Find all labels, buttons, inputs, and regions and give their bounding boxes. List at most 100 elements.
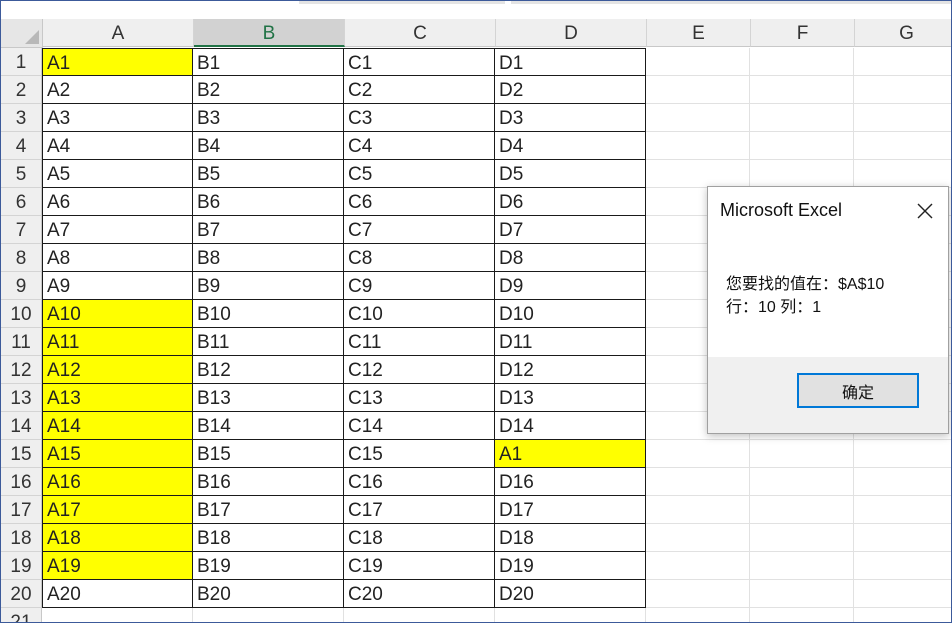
cell[interactable] [750, 552, 854, 580]
cell[interactable]: C4 [344, 132, 495, 160]
row-header[interactable]: 17 [1, 496, 42, 524]
cell[interactable]: B2 [193, 76, 344, 104]
row-header[interactable]: 9 [1, 272, 42, 300]
cell[interactable]: D6 [495, 188, 646, 216]
cell[interactable]: D20 [495, 580, 646, 608]
cell[interactable]: B10 [193, 300, 344, 328]
cell[interactable]: A9 [42, 272, 193, 300]
ok-button[interactable]: 确定 [797, 373, 919, 408]
row-header[interactable]: 15 [1, 440, 42, 468]
cell[interactable]: A20 [42, 580, 193, 608]
cell[interactable] [646, 552, 750, 580]
row-header[interactable]: 10 [1, 300, 42, 328]
cell[interactable]: D16 [495, 468, 646, 496]
row-header[interactable]: 4 [1, 132, 42, 160]
cell[interactable]: B6 [193, 188, 344, 216]
cell[interactable]: A17 [42, 496, 193, 524]
cell[interactable]: A5 [42, 160, 193, 188]
cell[interactable]: D14 [495, 412, 646, 440]
cell[interactable]: B11 [193, 328, 344, 356]
cell[interactable]: C3 [344, 104, 495, 132]
row-header[interactable]: 12 [1, 356, 42, 384]
column-header-d[interactable]: D [496, 19, 647, 47]
row-header[interactable]: 13 [1, 384, 42, 412]
row-header[interactable]: 3 [1, 104, 42, 132]
cell[interactable]: D1 [495, 48, 646, 76]
column-header-c[interactable]: C [345, 19, 496, 47]
cell[interactable]: A14 [42, 412, 193, 440]
cell[interactable]: B3 [193, 104, 344, 132]
cell[interactable]: B5 [193, 160, 344, 188]
cell[interactable] [646, 496, 750, 524]
cell[interactable] [854, 440, 951, 468]
cell[interactable]: B9 [193, 272, 344, 300]
cell[interactable]: B8 [193, 244, 344, 272]
cell[interactable]: B7 [193, 216, 344, 244]
cell[interactable]: A11 [42, 328, 193, 356]
column-header-e[interactable]: E [647, 19, 751, 47]
row-header[interactable]: 7 [1, 216, 42, 244]
cell[interactable]: D8 [495, 244, 646, 272]
cell[interactable]: C10 [344, 300, 495, 328]
cell[interactable]: B20 [193, 580, 344, 608]
cell[interactable]: A16 [42, 468, 193, 496]
cell[interactable] [750, 76, 854, 104]
cell[interactable] [193, 608, 344, 622]
cell[interactable] [495, 608, 646, 622]
cell[interactable] [646, 580, 750, 608]
cell[interactable] [646, 48, 750, 76]
cell[interactable]: C12 [344, 356, 495, 384]
cell[interactable] [750, 104, 854, 132]
cell[interactable]: D9 [495, 272, 646, 300]
cell[interactable]: C17 [344, 496, 495, 524]
cell[interactable]: A13 [42, 384, 193, 412]
cell[interactable]: C16 [344, 468, 495, 496]
cell[interactable] [854, 468, 951, 496]
cell[interactable] [646, 104, 750, 132]
cell[interactable]: D3 [495, 104, 646, 132]
cell[interactable] [42, 608, 193, 622]
cell[interactable] [750, 48, 854, 76]
cell[interactable] [854, 76, 951, 104]
cell[interactable]: A4 [42, 132, 193, 160]
cell[interactable] [854, 552, 951, 580]
cell[interactable]: D19 [495, 552, 646, 580]
cell[interactable] [854, 608, 951, 622]
cell[interactable] [854, 580, 951, 608]
cell[interactable]: A10 [42, 300, 193, 328]
cell[interactable] [646, 160, 750, 188]
cell[interactable]: B18 [193, 524, 344, 552]
cell[interactable]: D4 [495, 132, 646, 160]
cell[interactable]: C6 [344, 188, 495, 216]
cell[interactable]: A18 [42, 524, 193, 552]
row-header[interactable]: 19 [1, 552, 42, 580]
cell[interactable] [854, 524, 951, 552]
cell[interactable]: B14 [193, 412, 344, 440]
row-header[interactable]: 18 [1, 524, 42, 552]
cell[interactable]: B16 [193, 468, 344, 496]
cell[interactable]: C19 [344, 552, 495, 580]
cell[interactable]: C7 [344, 216, 495, 244]
cell[interactable]: D13 [495, 384, 646, 412]
close-button[interactable] [912, 198, 938, 224]
cell[interactable] [750, 132, 854, 160]
cell[interactable]: C20 [344, 580, 495, 608]
cell[interactable] [854, 496, 951, 524]
cell[interactable]: C1 [344, 48, 495, 76]
cell[interactable]: A8 [42, 244, 193, 272]
cell[interactable]: C15 [344, 440, 495, 468]
column-header-g[interactable]: G [855, 19, 951, 47]
column-header-b[interactable]: B [194, 19, 345, 47]
cell[interactable]: D11 [495, 328, 646, 356]
row-header[interactable]: 8 [1, 244, 42, 272]
cell[interactable]: C13 [344, 384, 495, 412]
cell[interactable] [854, 104, 951, 132]
cell[interactable]: B13 [193, 384, 344, 412]
row-header[interactable]: 14 [1, 412, 42, 440]
cell[interactable]: A15 [42, 440, 193, 468]
cell[interactable]: A12 [42, 356, 193, 384]
cell[interactable] [750, 608, 854, 622]
cell[interactable] [854, 160, 951, 188]
cell[interactable] [646, 132, 750, 160]
row-header[interactable]: 2 [1, 76, 42, 104]
